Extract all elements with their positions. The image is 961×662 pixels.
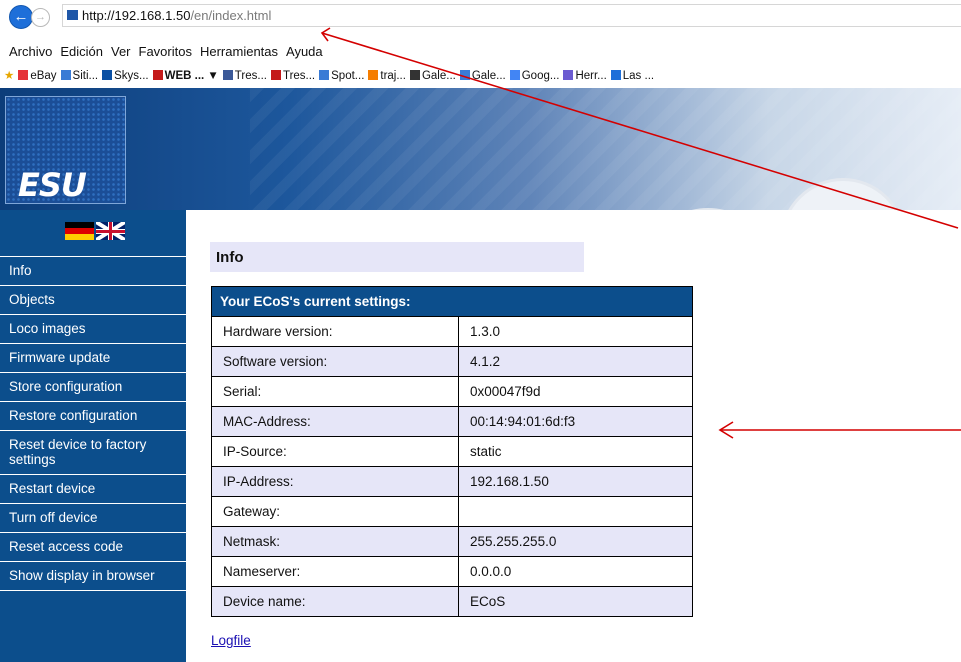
annotation-arrow-to-table [718, 421, 961, 439]
annotation-overlay [320, 27, 961, 439]
annotation-arrow-to-url [320, 27, 959, 229]
